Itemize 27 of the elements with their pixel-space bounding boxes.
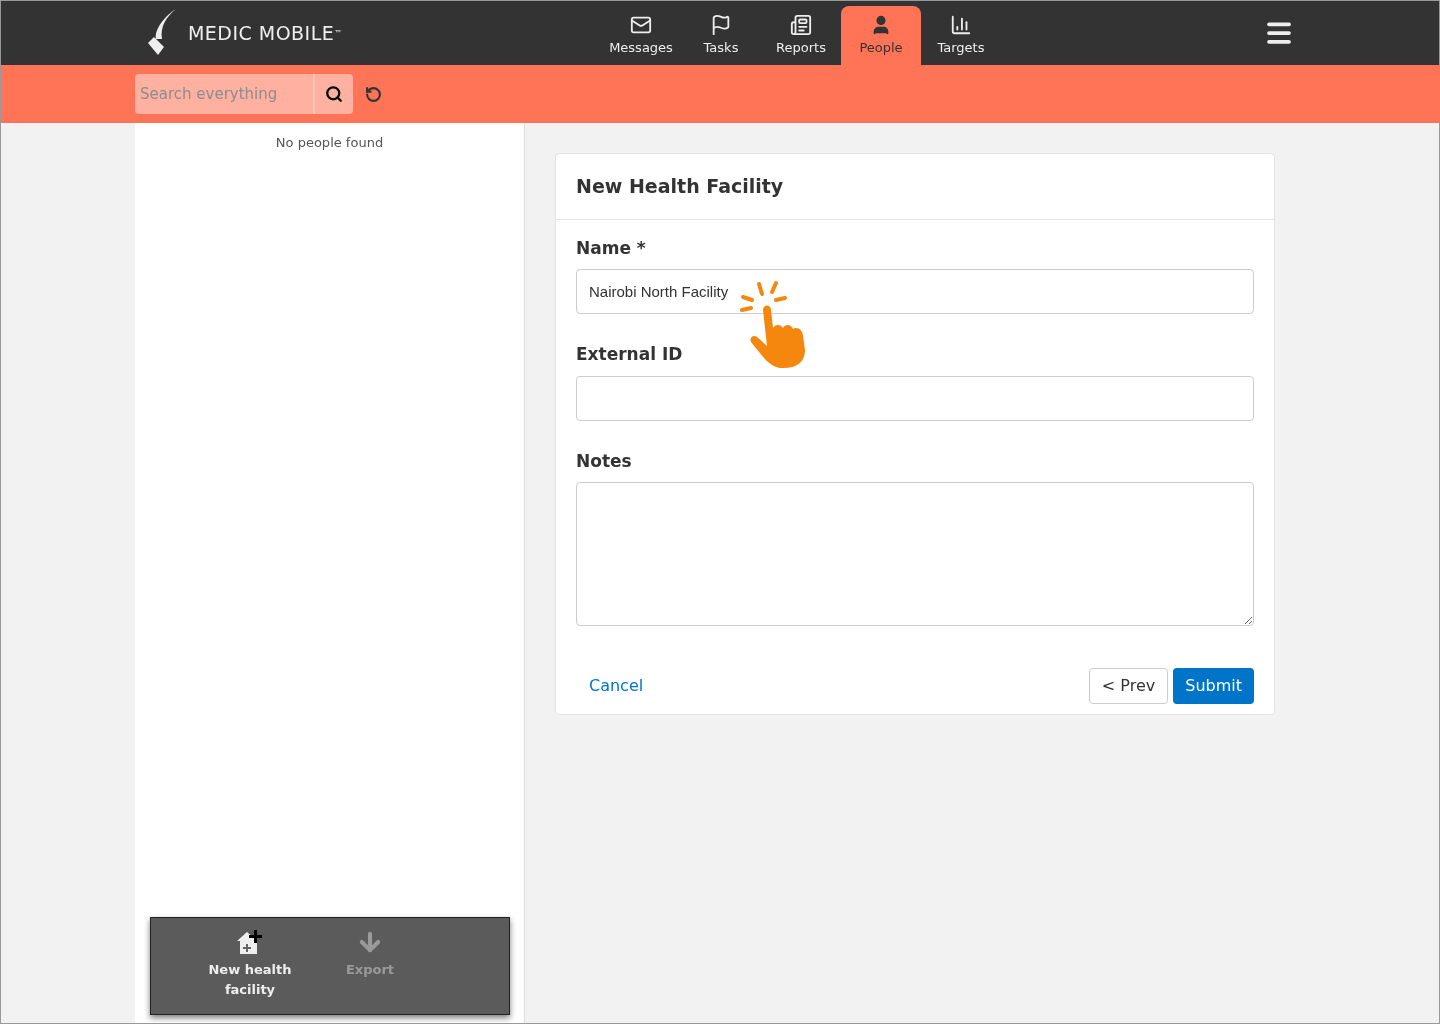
nav-tab[interactable]: Reports xyxy=(761,6,841,66)
list-icon xyxy=(790,14,812,37)
field-label: Notes xyxy=(576,449,633,473)
house-plus-icon xyxy=(235,928,265,956)
submit-button[interactable]: Submit xyxy=(1173,668,1254,704)
flag-icon xyxy=(710,14,732,37)
nav-tab[interactable]: Messages xyxy=(601,6,681,66)
nav-tab[interactable]: Tasks xyxy=(681,6,761,66)
text-field[interactable] xyxy=(576,375,1254,421)
text-field[interactable]: Nairobi North Facility xyxy=(576,269,1254,314)
search-icon xyxy=(325,85,343,103)
logo-text: MEDIC MOBILE$^{™}$ xyxy=(188,20,343,46)
search-field[interactable]: Search everything xyxy=(135,74,315,114)
refresh-icon xyxy=(365,85,382,103)
search-button[interactable] xyxy=(315,74,353,114)
bar-chart-icon xyxy=(950,14,972,37)
field-label: Name * xyxy=(576,236,647,260)
notes-field[interactable] xyxy=(576,482,1254,626)
empty-message: No people found xyxy=(275,134,384,152)
cancel-link[interactable]: Cancel xyxy=(576,674,657,698)
refresh-button[interactable] xyxy=(365,85,382,103)
form-title: New Health Facility xyxy=(556,154,1274,220)
nav-tab[interactable]: People xyxy=(841,6,921,66)
nav-tab[interactable]: Targets xyxy=(921,6,1001,66)
prev-button[interactable]: < Prev xyxy=(1088,668,1169,704)
field-label: External ID xyxy=(576,343,684,366)
action-button[interactable]: New health facility xyxy=(200,918,300,1014)
